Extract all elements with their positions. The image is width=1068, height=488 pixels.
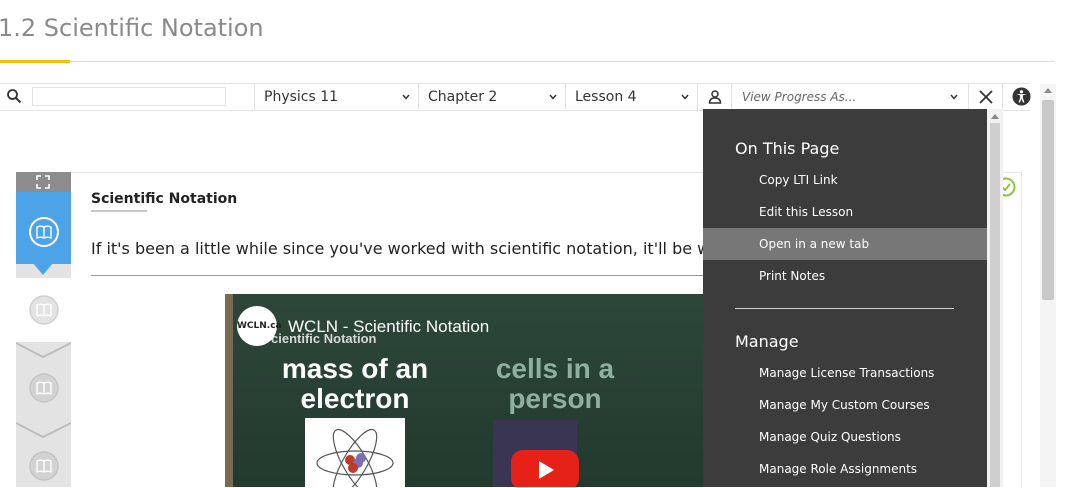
book-icon bbox=[29, 373, 59, 403]
video-left-caption: mass of an electron bbox=[281, 353, 429, 414]
view-progress-placeholder: View Progress As... bbox=[742, 90, 857, 104]
scroll-up-arrow-icon[interactable] bbox=[991, 114, 999, 119]
page-scrollbar[interactable] bbox=[1040, 84, 1056, 487]
expand-button[interactable] bbox=[16, 172, 71, 192]
intro-paragraph: If it's been a little while since you've… bbox=[91, 239, 703, 258]
heading-underline bbox=[91, 210, 147, 212]
menu-scrollbar[interactable] bbox=[987, 109, 1003, 487]
close-button[interactable] bbox=[968, 84, 1002, 110]
atom-image bbox=[305, 418, 405, 487]
atom-icon bbox=[316, 428, 394, 487]
chevron-down-icon bbox=[549, 94, 557, 100]
close-icon bbox=[979, 90, 993, 104]
channel-logo[interactable]: WCLN.ca bbox=[237, 306, 282, 346]
content-divider bbox=[91, 275, 703, 276]
chevron-down-icon bbox=[681, 94, 689, 100]
book-icon bbox=[29, 217, 59, 247]
view-progress-select[interactable]: View Progress As... bbox=[731, 84, 968, 110]
accessibility-button[interactable] bbox=[1002, 84, 1038, 110]
section-heading: Scientific Notation bbox=[91, 191, 238, 207]
title-accent-bar bbox=[0, 60, 70, 63]
menu-item-manage-license-transactions[interactable]: Manage License Transactions bbox=[703, 357, 987, 389]
play-button[interactable] bbox=[511, 450, 579, 487]
menu-item-open-new-tab[interactable]: Open in a new tab bbox=[703, 228, 987, 260]
chevron-down-icon bbox=[950, 94, 958, 100]
video-title[interactable]: WCLN - Scientific Notation bbox=[288, 317, 489, 337]
lesson-step-3[interactable] bbox=[16, 358, 71, 420]
menu-item-manage-role-assignments[interactable]: Manage Role Assignments bbox=[703, 453, 987, 485]
menu-item-edit-lesson[interactable]: Edit this Lesson bbox=[703, 196, 987, 228]
chevron-down-icon bbox=[402, 94, 410, 100]
lesson-options-menu: On This Page Copy LTI Link Edit this Les… bbox=[703, 109, 987, 487]
embedded-video[interactable]: cientific Notation WCLN.ca WCLN - Scient… bbox=[225, 294, 703, 487]
accessibility-icon bbox=[1012, 87, 1031, 106]
menu-scrollbar-thumb[interactable] bbox=[990, 123, 1000, 487]
expand-icon bbox=[36, 175, 50, 189]
view-as-user-button[interactable] bbox=[697, 84, 731, 110]
lesson-select-value: Lesson 4 bbox=[575, 89, 637, 105]
book-icon bbox=[29, 451, 59, 481]
menu-item-manage-custom-courses[interactable]: Manage My Custom Courses bbox=[703, 389, 987, 421]
menu-item-print-notes[interactable]: Print Notes bbox=[703, 260, 987, 292]
course-select[interactable]: Physics 11 bbox=[254, 84, 418, 110]
title-rule bbox=[0, 61, 1055, 62]
lesson-toolbar: Physics 11 Chapter 2 Lesson 4 View Progr… bbox=[0, 83, 1031, 111]
page-title: 1.2 Scientific Notation bbox=[0, 14, 264, 42]
active-step-pointer bbox=[33, 263, 53, 275]
search-input[interactable] bbox=[32, 87, 226, 106]
chapter-select-value: Chapter 2 bbox=[428, 89, 498, 105]
lesson-step-2[interactable] bbox=[16, 278, 71, 342]
lesson-select[interactable]: Lesson 4 bbox=[565, 84, 697, 110]
person-icon bbox=[708, 90, 722, 104]
video-right-caption: cells in a person bbox=[495, 353, 615, 414]
lesson-step-active[interactable] bbox=[16, 192, 71, 264]
step-divider bbox=[16, 342, 71, 358]
course-select-value: Physics 11 bbox=[264, 89, 339, 105]
menu-item-manage-quiz-questions[interactable]: Manage Quiz Questions bbox=[703, 421, 987, 453]
menu-section-on-this-page: On This Page bbox=[735, 139, 840, 158]
chapter-select[interactable]: Chapter 2 bbox=[418, 84, 565, 110]
menu-divider bbox=[735, 308, 954, 309]
search-icon[interactable] bbox=[6, 88, 22, 104]
scroll-up-arrow-icon[interactable] bbox=[1044, 88, 1052, 93]
book-icon bbox=[29, 295, 59, 325]
menu-section-manage: Manage bbox=[735, 332, 799, 351]
lesson-step-4[interactable] bbox=[16, 438, 71, 487]
page-scrollbar-thumb[interactable] bbox=[1042, 100, 1054, 300]
step-divider bbox=[16, 422, 71, 438]
menu-item-copy-lti-link[interactable]: Copy LTI Link bbox=[703, 164, 987, 196]
